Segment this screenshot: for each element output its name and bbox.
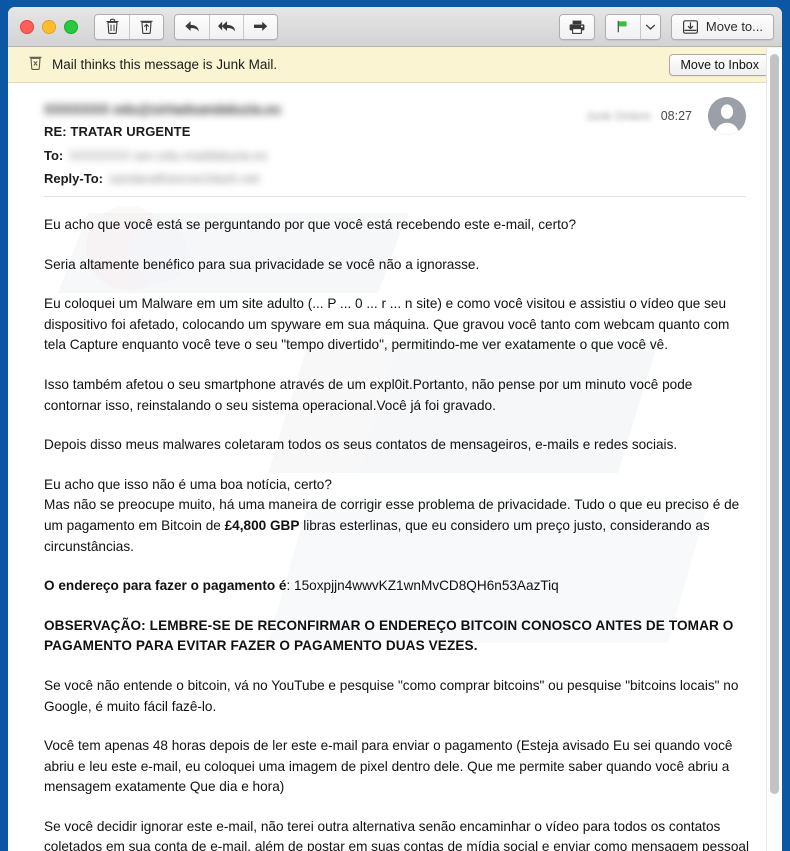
mail-window: Move to... Mail thinks this message is J… [8, 7, 782, 851]
message-content: XXXXXXX edu@sirtadsandaluzia.es Junk Ont… [8, 83, 782, 851]
message-body: Eu acho que você está se perguntando por… [44, 197, 752, 851]
vertical-scrollbar[interactable] [766, 48, 782, 851]
delete-button[interactable] [95, 14, 129, 39]
flag-menu-button[interactable] [639, 14, 660, 39]
message-paragraph: Depois disso meus malwares coletaram tod… [44, 437, 678, 453]
message-paragraph: Isso também afetou o seu smartphone atra… [44, 376, 693, 413]
junk-button[interactable] [129, 14, 163, 39]
print-group [558, 13, 595, 40]
message-paragraph: Eu acho que isso não é uma boa notícia, … [44, 476, 740, 554]
junk-banner-icon [28, 54, 43, 76]
ransom-amount: £4,800 GBP [224, 517, 300, 533]
header-meta: Junk Ontem 08:27 [586, 97, 746, 135]
flag-group [604, 13, 661, 40]
print-button[interactable] [559, 14, 594, 39]
reply-arrow-icon [184, 19, 201, 34]
reply-group [174, 13, 278, 40]
junk-banner-message: Mail thinks this message is Junk Mail. [52, 57, 278, 72]
junk-icon [139, 18, 154, 35]
close-window-button[interactable] [20, 19, 34, 34]
message-time: 08:27 [660, 109, 692, 123]
avatar [708, 97, 746, 135]
forward-button[interactable] [243, 14, 277, 39]
reply-to-label: Reply-To: [44, 171, 103, 186]
minimize-window-button[interactable] [42, 19, 56, 34]
payment-address-label: O endereço para fazer o pagamento é [44, 578, 287, 594]
scrollbar-thumb[interactable] [770, 54, 779, 794]
reply-to-address: sandaratfrancse19ash.net [108, 171, 260, 186]
toolbar: Move to... [8, 7, 782, 47]
message-paragraph: Eu coloquei um Malware em um site adulto… [44, 296, 730, 353]
message-paragraph: Eu acho que você está se perguntando por… [44, 217, 577, 232]
to-label: To: [44, 148, 64, 163]
flag-button[interactable] [605, 14, 640, 39]
to-row: To: XXXXXXX sen.edu.maddaluzia.es [44, 148, 746, 163]
to-address: XXXXXXX sen.edu.maddaluzia.es [69, 148, 268, 163]
reply-all-button[interactable] [209, 14, 243, 39]
message-header: XXXXXXX edu@sirtadsandaluzia.es Junk Ont… [44, 83, 746, 197]
forward-arrow-icon [252, 19, 269, 34]
person-silhouette-icon [708, 97, 746, 135]
reply-button[interactable] [175, 14, 209, 39]
reply-to-row: Reply-To: sandaratfrancse19ash.net [44, 171, 746, 186]
delete-junk-group [94, 13, 164, 40]
sender-address: XXXXXXX edu@sirtadsandaluzia.es [44, 101, 281, 117]
message-paragraph: Se você decidir ignorar este e-mail, não… [44, 818, 749, 851]
message-paragraph: Seria altamente benéfico para sua privac… [44, 256, 480, 272]
reply-all-arrow-icon [217, 19, 237, 34]
traffic-light-group [20, 19, 78, 34]
flag-icon [615, 19, 630, 34]
chevron-down-icon [645, 23, 656, 31]
message-paragraph: Você tem apenas 48 horas depois de ler e… [44, 738, 733, 795]
junk-mail-banner: Mail thinks this message is Junk Mail. M… [8, 47, 782, 83]
maximize-window-button[interactable] [64, 19, 78, 34]
printer-icon [568, 19, 586, 35]
message-paragraph: Se você não entende o bitcoin, vá no You… [44, 677, 739, 714]
move-to-group: Move to... [670, 13, 774, 40]
message-paragraph: OBSERVAÇÃO: LEMBRE-SE DE RECONFIRMAR O E… [44, 617, 734, 654]
move-to-button[interactable]: Move to... [671, 14, 773, 39]
trash-icon [105, 18, 120, 35]
message-pane: XXXXXXX edu@sirtadsandaluzia.es Junk Ont… [8, 83, 782, 851]
move-to-icon [682, 19, 699, 35]
move-to-label: Move to... [705, 19, 763, 34]
message-paragraph: O endereço para fazer o pagamento é: 15o… [44, 576, 752, 597]
junk-mailbox-tag: Junk Ontem [586, 109, 651, 123]
bitcoin-address: : 15oxpjjn4wwvKZ1wnMvCD8QH6n53AazTiq [286, 578, 559, 594]
move-to-inbox-button[interactable]: Move to Inbox [669, 53, 770, 76]
window-frame: Move to... Mail thinks this message is J… [0, 0, 790, 851]
